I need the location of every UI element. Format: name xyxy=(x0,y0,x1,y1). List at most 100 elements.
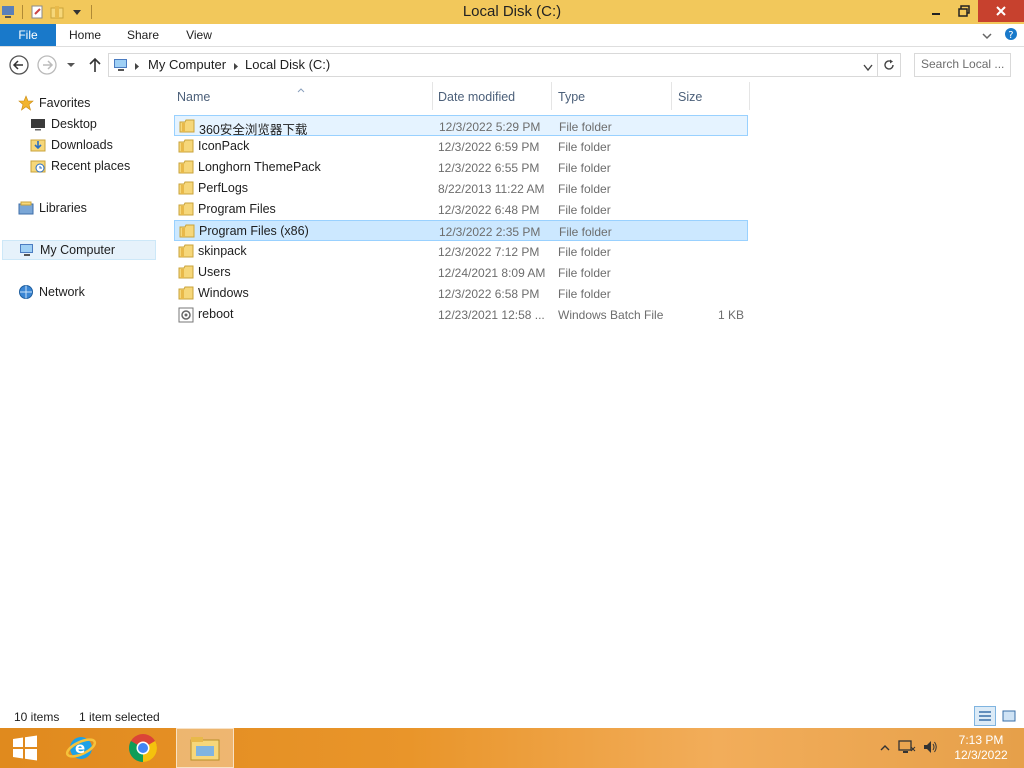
star-icon xyxy=(18,95,34,111)
column-divider[interactable] xyxy=(671,82,672,110)
file-row[interactable]: Longhorn ThemePack 12/3/2022 6:55 PM File … xyxy=(174,157,748,178)
folder-icon xyxy=(178,139,194,153)
file-explorer-button[interactable] xyxy=(176,728,234,768)
chrome-button[interactable] xyxy=(114,728,172,768)
sort-ascending-icon xyxy=(297,82,305,96)
file-name: skinpack xyxy=(198,244,247,258)
folder-icon xyxy=(179,119,195,133)
address-bar[interactable]: My Computer Local Disk (C:) xyxy=(108,53,878,77)
forward-arrow-icon xyxy=(37,55,57,75)
file-row[interactable]: reboot 12/23/2021 12:58 ... Windows Batch … xyxy=(174,304,748,325)
address-dropdown-icon[interactable] xyxy=(863,61,873,75)
column-header-type[interactable]: Type xyxy=(558,90,585,104)
nav-my-computer[interactable]: My Computer xyxy=(2,240,156,260)
search-box[interactable] xyxy=(914,53,1011,77)
expand-ribbon-icon[interactable] xyxy=(982,29,992,43)
desktop-icon xyxy=(30,116,46,132)
clock-date: 12/3/2022 xyxy=(954,748,1008,762)
file-name: Program Files (x86) xyxy=(199,224,309,238)
start-button[interactable] xyxy=(0,728,50,768)
large-icons-view-button[interactable] xyxy=(998,706,1020,726)
close-button[interactable] xyxy=(978,0,1024,22)
back-arrow-icon xyxy=(9,55,29,75)
chrome-icon xyxy=(129,734,157,762)
show-hidden-icons-icon[interactable] xyxy=(880,741,890,755)
breadcrumb-local-disk[interactable]: Local Disk (C:) xyxy=(245,57,330,72)
nav-desktop[interactable]: Desktop xyxy=(30,114,97,134)
up-button[interactable] xyxy=(84,54,106,76)
column-divider[interactable] xyxy=(432,82,433,110)
breadcrumb-my-computer[interactable]: My Computer xyxy=(148,57,226,72)
tab-view[interactable]: View xyxy=(176,24,222,46)
breadcrumb-separator-icon[interactable] xyxy=(134,60,140,74)
forward-button[interactable] xyxy=(36,54,58,76)
windows-logo-icon xyxy=(13,735,37,761)
network-status-icon[interactable] xyxy=(898,739,916,758)
batch-file-icon xyxy=(178,307,194,323)
nav-network[interactable]: Network xyxy=(18,282,85,302)
folder-icon xyxy=(178,202,194,216)
minimize-icon xyxy=(932,13,940,15)
file-name: Windows xyxy=(198,286,249,300)
file-row[interactable]: Users 12/24/2021 8:09 AM File folder xyxy=(174,262,748,283)
tab-home[interactable]: Home xyxy=(62,24,108,46)
tab-share[interactable]: Share xyxy=(120,24,166,46)
item-count: 10 items xyxy=(14,710,60,724)
column-header-date-modified[interactable]: Date modified xyxy=(438,90,515,104)
column-header-name[interactable]: Name xyxy=(177,90,210,104)
recent-locations-button[interactable] xyxy=(62,54,80,76)
refresh-button[interactable] xyxy=(877,53,901,77)
file-type: File folder xyxy=(559,225,612,239)
file-row[interactable]: 360安全浏览器下载 12/3/2022 5:29 PM File folder xyxy=(174,115,748,137)
details-view-button[interactable] xyxy=(974,706,996,726)
column-divider[interactable] xyxy=(749,82,750,110)
file-name: Program Files xyxy=(198,202,276,216)
folder-icon xyxy=(178,181,194,195)
file-row[interactable]: Windows 12/3/2022 6:58 PM File folder xyxy=(174,283,748,304)
internet-explorer-button[interactable]: e xyxy=(52,728,110,768)
file-row[interactable]: skinpack 12/3/2022 7:12 PM File folder xyxy=(174,241,748,262)
file-type: Windows Batch File xyxy=(558,308,664,322)
file-row[interactable]: IconPack 12/3/2022 6:59 PM File folder xyxy=(174,136,748,157)
file-row[interactable]: Program Files (x86) 12/3/2022 2:35 PM File… xyxy=(174,220,748,241)
file-row[interactable]: PerfLogs 8/22/2013 11:22 AM File folder xyxy=(174,178,748,199)
nav-recent-places[interactable]: Recent places xyxy=(30,156,130,176)
tab-file[interactable]: File xyxy=(0,24,56,46)
file-date-modified: 12/24/2021 8:09 AM xyxy=(438,266,546,280)
libraries-icon xyxy=(18,200,34,216)
window-title: Local Disk (C:) xyxy=(462,3,562,20)
system-tray: 7:13 PM 12/3/2022 xyxy=(880,728,1024,768)
nav-downloads[interactable]: Downloads xyxy=(30,135,113,155)
column-divider[interactable] xyxy=(551,82,552,110)
nav-libraries-label: Libraries xyxy=(39,201,87,215)
file-name: PerfLogs xyxy=(198,181,249,195)
minimize-button[interactable] xyxy=(922,0,950,22)
computer-icon xyxy=(113,57,129,76)
window-controls xyxy=(922,0,1024,24)
file-name: IconPack xyxy=(198,139,250,153)
restore-button[interactable] xyxy=(950,0,978,22)
help-icon[interactable]: ? xyxy=(1004,27,1018,44)
file-type: File folder xyxy=(559,120,612,134)
selection-count: 1 item selected xyxy=(79,710,160,724)
status-bar: 10 items 1 item selected xyxy=(0,706,1024,728)
file-row[interactable]: Program Files 12/3/2022 6:48 PM File folde… xyxy=(174,199,748,220)
column-header-size[interactable]: Size xyxy=(678,90,702,104)
nav-desktop-label: Desktop xyxy=(51,117,97,131)
show-desktop-button[interactable] xyxy=(1016,728,1024,768)
file-type: File folder xyxy=(558,140,611,154)
nav-favorites[interactable]: Favorites xyxy=(18,93,90,113)
ribbon-options: ? xyxy=(982,27,1018,44)
volume-icon[interactable] xyxy=(922,739,938,758)
search-input[interactable] xyxy=(915,54,1011,74)
large-icons-view-icon xyxy=(1002,710,1016,722)
back-button[interactable] xyxy=(8,54,30,76)
breadcrumb-separator-icon[interactable] xyxy=(233,60,239,74)
svg-text:e: e xyxy=(75,739,85,757)
file-explorer-icon xyxy=(190,737,220,761)
nav-network-label: Network xyxy=(39,285,85,299)
taskbar-clock[interactable]: 7:13 PM 12/3/2022 xyxy=(946,733,1016,763)
file-date-modified: 12/23/2021 12:58 ... xyxy=(438,308,545,322)
nav-my-computer-label: My Computer xyxy=(40,243,116,257)
nav-libraries[interactable]: Libraries xyxy=(18,198,87,218)
